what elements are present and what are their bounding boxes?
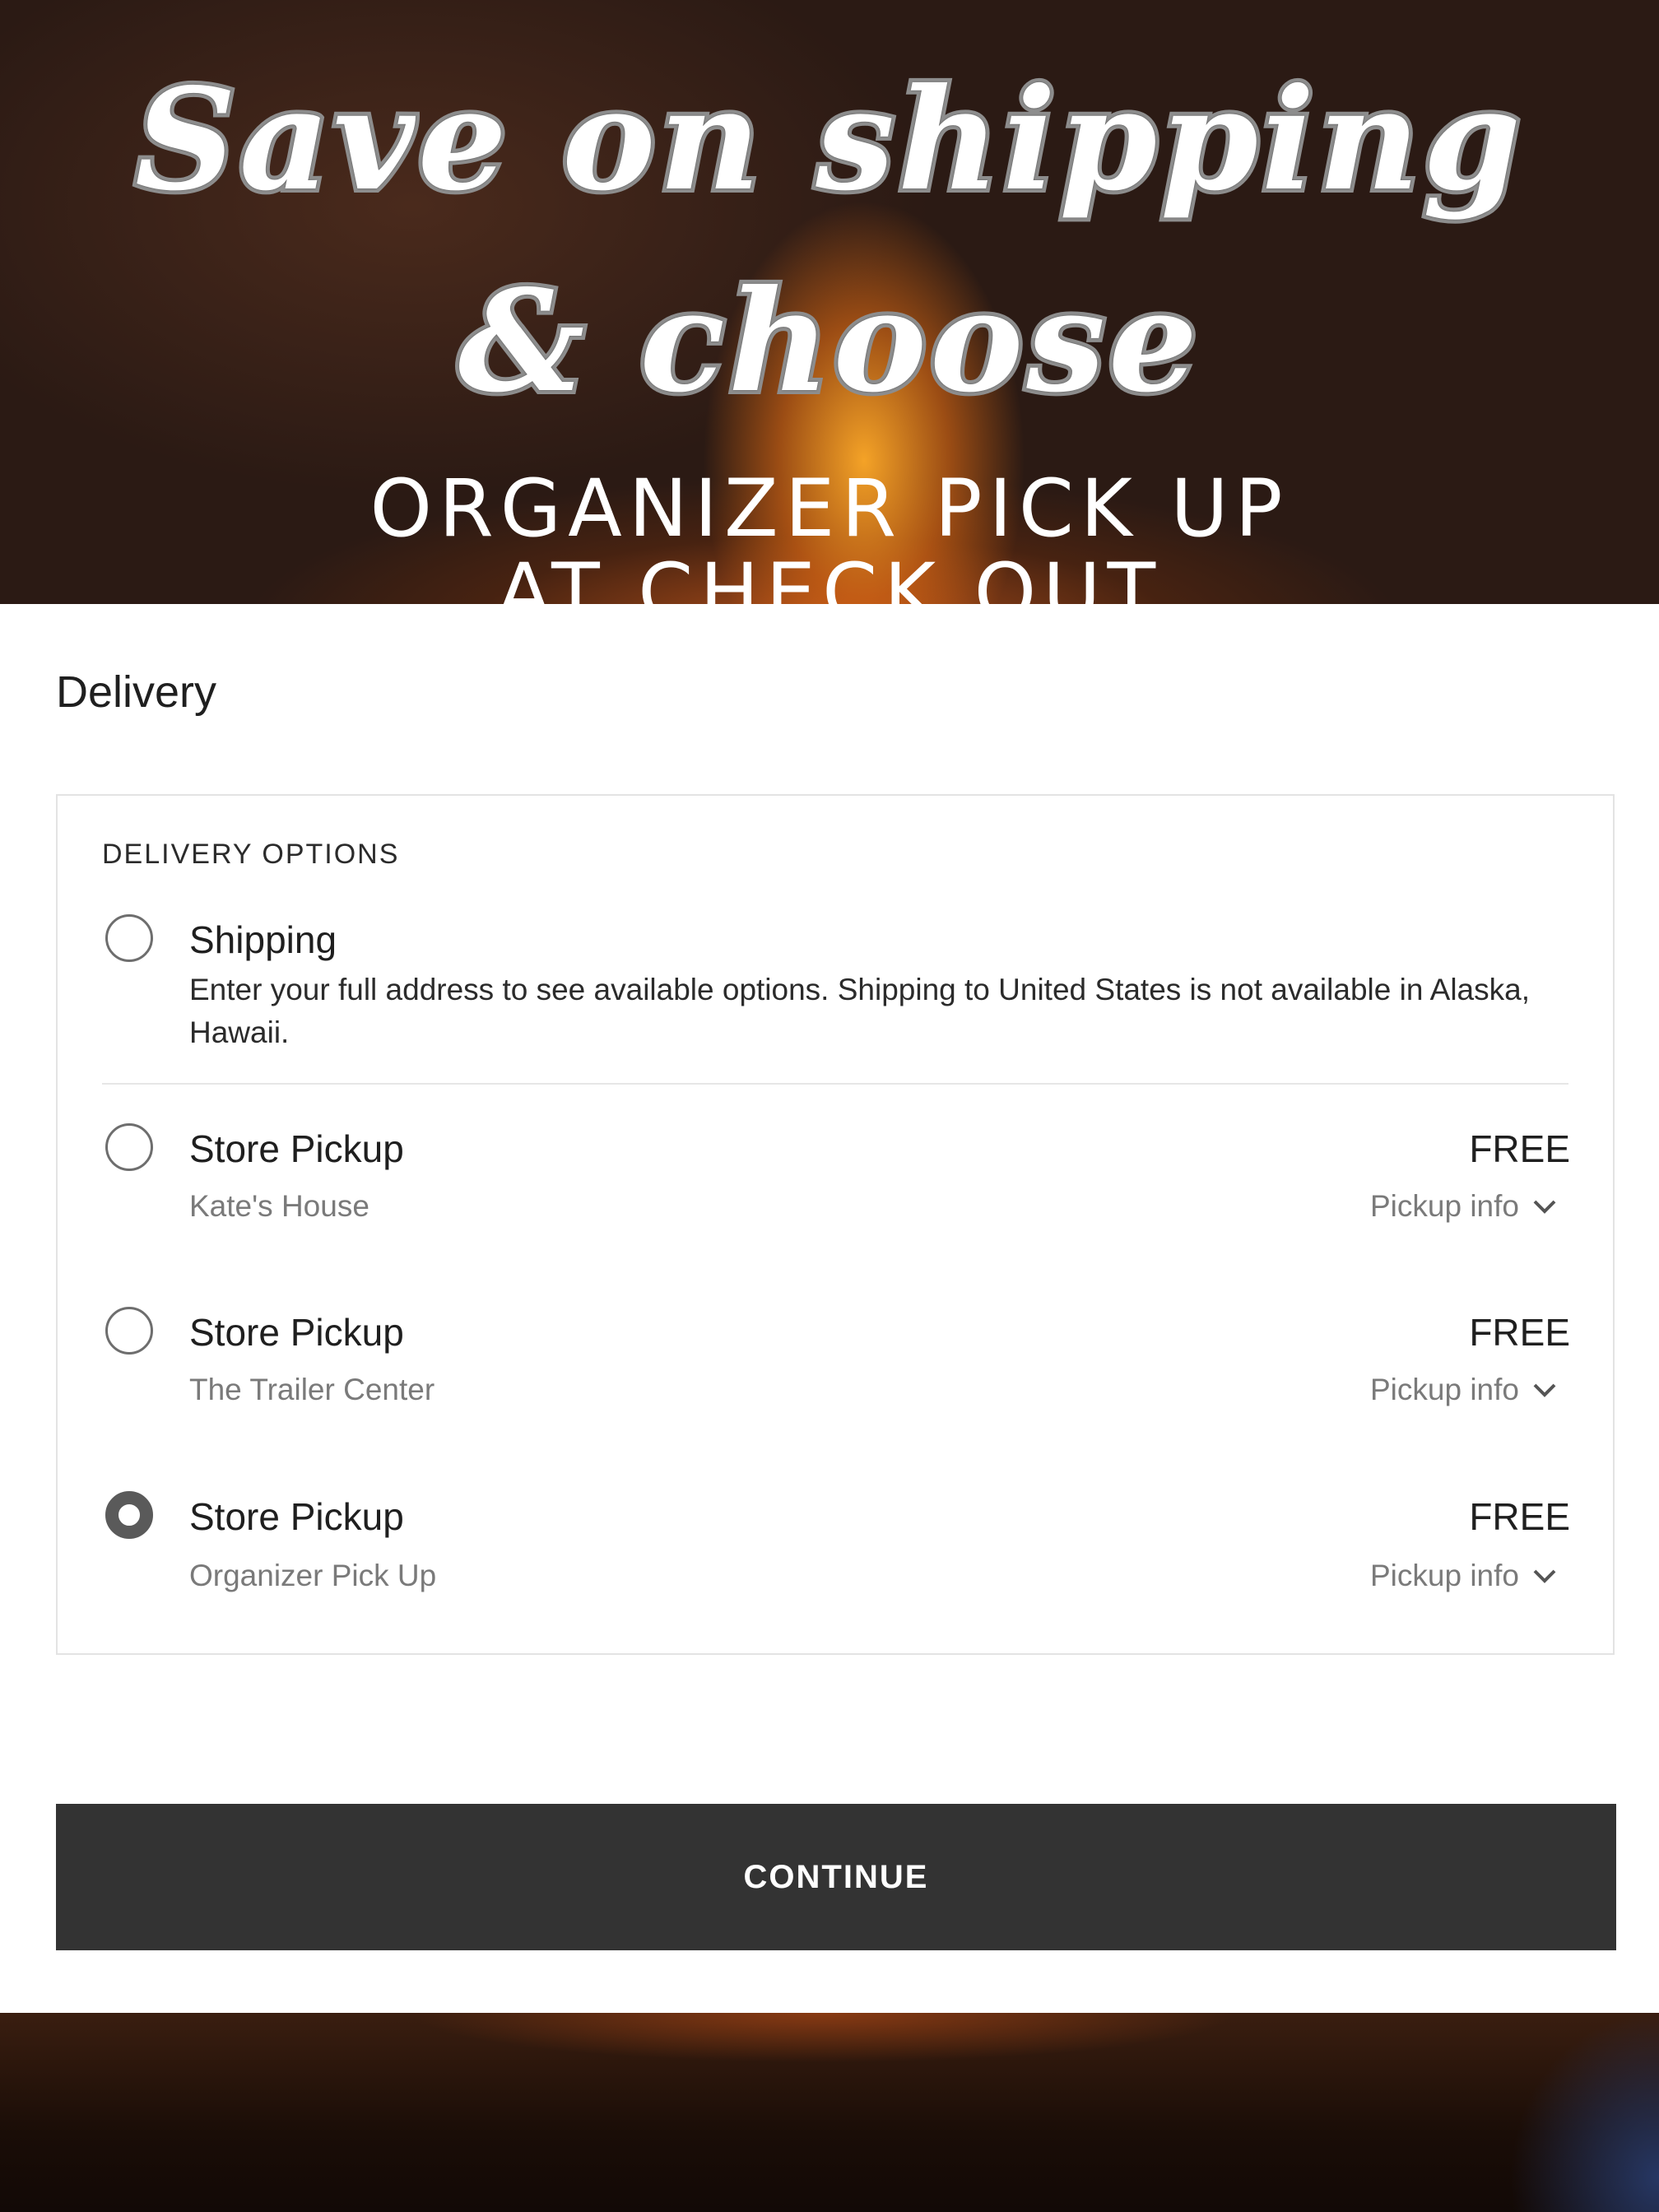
shipping-radio[interactable] bbox=[105, 914, 153, 962]
pickup-info-label: Pickup info bbox=[1370, 1189, 1519, 1223]
pickup-info-toggle[interactable]: Pickup info bbox=[1370, 1559, 1557, 1593]
chevron-down-icon bbox=[1533, 1383, 1556, 1397]
hero-banner: Save on shipping & choose ORGANIZER PICK… bbox=[0, 0, 1659, 604]
options-divider bbox=[102, 1083, 1568, 1085]
pickup-info-toggle[interactable]: Pickup info bbox=[1370, 1373, 1557, 1407]
pickup-price: FREE bbox=[1469, 1311, 1570, 1354]
footer-background bbox=[0, 2013, 1659, 2212]
pickup-label[interactable]: Store Pickup bbox=[189, 1494, 404, 1539]
pickup-location: The Trailer Center bbox=[189, 1373, 435, 1406]
hero-caps-line-2: AT CHECK OUT bbox=[496, 546, 1163, 604]
delivery-options-box: DELIVERY OPTIONS Shipping Enter your ful… bbox=[56, 794, 1615, 1655]
chevron-down-icon bbox=[1533, 1200, 1556, 1214]
delivery-options-heading: DELIVERY OPTIONS bbox=[102, 839, 400, 870]
continue-button[interactable]: CONTINUE bbox=[56, 1804, 1616, 1950]
pickup-price: FREE bbox=[1469, 1495, 1570, 1538]
hero-script-line-2: & choose bbox=[454, 259, 1201, 424]
pickup-info-toggle[interactable]: Pickup info bbox=[1370, 1189, 1557, 1224]
shipping-label[interactable]: Shipping bbox=[189, 918, 337, 962]
pickup-location: Organizer Pick Up bbox=[189, 1559, 437, 1592]
pickup-radio-trailer-center[interactable] bbox=[105, 1307, 153, 1355]
pickup-info-label: Pickup info bbox=[1370, 1373, 1519, 1406]
pickup-radio-organizer-pick-up[interactable] bbox=[105, 1491, 153, 1539]
delivery-panel: Delivery DELIVERY OPTIONS Shipping Enter… bbox=[0, 604, 1659, 2013]
pickup-info-label: Pickup info bbox=[1370, 1559, 1519, 1592]
pickup-label[interactable]: Store Pickup bbox=[189, 1310, 404, 1355]
pickup-label[interactable]: Store Pickup bbox=[189, 1127, 404, 1171]
pickup-price: FREE bbox=[1469, 1127, 1570, 1170]
pickup-radio-kates-house[interactable] bbox=[105, 1123, 153, 1171]
chevron-down-icon bbox=[1533, 1569, 1556, 1583]
delivery-title: Delivery bbox=[56, 667, 217, 717]
shipping-description: Enter your full address to see available… bbox=[189, 973, 1530, 1049]
pickup-location: Kate's House bbox=[189, 1189, 369, 1223]
hero-caps-line-1: ORGANIZER PICK UP bbox=[369, 462, 1290, 555]
hero-script-line-1: Save on shipping bbox=[131, 58, 1525, 222]
